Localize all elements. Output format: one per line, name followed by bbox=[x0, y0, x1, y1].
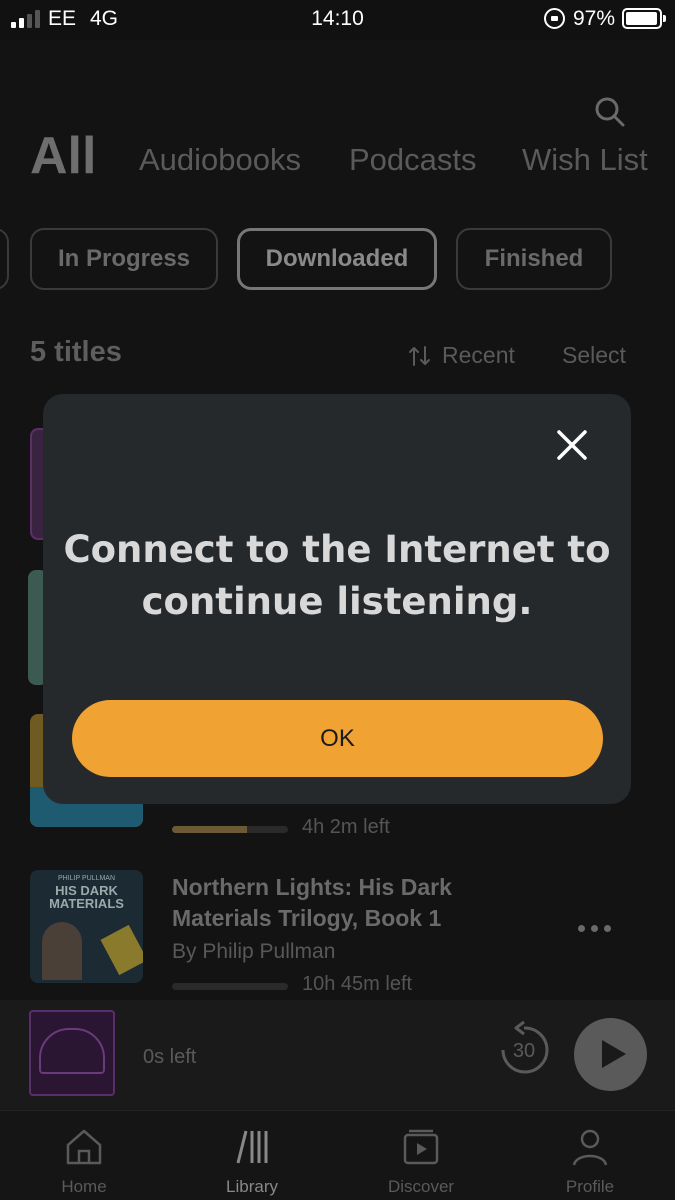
search-button[interactable] bbox=[594, 96, 626, 128]
nav-home[interactable]: Home bbox=[0, 1111, 168, 1200]
progress-bar bbox=[172, 826, 288, 833]
progress-bar bbox=[172, 983, 288, 990]
play-button[interactable] bbox=[574, 1018, 647, 1091]
time-left: 4h 2m left bbox=[302, 816, 390, 838]
search-icon bbox=[595, 97, 625, 127]
orientation-lock-icon bbox=[544, 8, 565, 29]
tab-all[interactable]: All bbox=[30, 126, 96, 186]
filter-downloaded[interactable]: Downloaded bbox=[237, 228, 437, 290]
tab-wish-list[interactable]: Wish List bbox=[522, 142, 648, 178]
bottom-nav: Home Library Discover Profile bbox=[0, 1110, 675, 1200]
book-title: Northern Lights: His Dark Materials Tril… bbox=[172, 874, 452, 931]
titles-count: 5 titles bbox=[30, 336, 122, 368]
tab-audiobooks[interactable]: Audiobooks bbox=[139, 142, 301, 178]
nav-home-label: Home bbox=[61, 1177, 107, 1196]
filter-finished[interactable]: Finished bbox=[456, 228, 612, 290]
mini-player-time-left: 0s left bbox=[143, 1046, 197, 1068]
nav-profile[interactable]: Profile bbox=[506, 1111, 674, 1200]
cover-title: HIS DARK MATERIALS bbox=[49, 883, 124, 911]
tab-podcasts[interactable]: Podcasts bbox=[349, 142, 477, 178]
discover-icon bbox=[403, 1129, 439, 1165]
battery-percentage: 97% bbox=[573, 7, 616, 30]
close-icon bbox=[557, 430, 587, 460]
nav-discover-label: Discover bbox=[387, 1177, 455, 1196]
sort-label: Recent bbox=[442, 342, 515, 368]
mini-player[interactable]: 0s left 30 bbox=[0, 1000, 675, 1110]
close-button[interactable] bbox=[554, 427, 590, 463]
nav-profile-label: Profile bbox=[565, 1177, 615, 1196]
library-icon bbox=[236, 1130, 268, 1164]
mini-player-cover[interactable] bbox=[29, 1010, 115, 1096]
connection-dialog: Connect to the Internet to continue list… bbox=[43, 394, 631, 804]
skip-seconds: 30 bbox=[512, 1040, 536, 1062]
book-cover: PHILIP PULLMAN HIS DARK MATERIALS bbox=[30, 870, 143, 983]
home-icon bbox=[66, 1129, 102, 1165]
filter-chip-partial[interactable] bbox=[0, 228, 9, 290]
time-left: 10h 45m left bbox=[302, 973, 413, 995]
filter-in-progress[interactable]: In Progress bbox=[30, 228, 218, 290]
nav-discover[interactable]: Discover bbox=[337, 1111, 505, 1200]
ok-button[interactable]: OK bbox=[72, 700, 603, 777]
sort-icon bbox=[409, 345, 430, 366]
battery-icon bbox=[622, 8, 666, 29]
list-header: 5 titles Recent Select bbox=[0, 336, 675, 376]
profile-icon bbox=[572, 1129, 608, 1166]
nav-library-label: Library bbox=[226, 1177, 278, 1196]
filter-chips: In Progress Downloaded Finished bbox=[0, 228, 675, 290]
dialog-message: Connect to the Internet to continue list… bbox=[63, 528, 611, 623]
select-button[interactable]: Select bbox=[562, 342, 626, 369]
nav-library[interactable]: Library bbox=[168, 1111, 336, 1200]
cover-author: PHILIP PULLMAN bbox=[57, 875, 116, 882]
book-author: By Philip Pullman bbox=[172, 940, 336, 963]
sort-button[interactable]: Recent bbox=[408, 342, 515, 369]
library-tabs: All Audiobooks Podcasts Wish List bbox=[0, 126, 675, 186]
status-bar: EE 4G 14:10 97% bbox=[0, 0, 675, 40]
skip-back-button[interactable]: 30 bbox=[497, 1020, 551, 1078]
more-options-button[interactable] bbox=[578, 925, 611, 932]
